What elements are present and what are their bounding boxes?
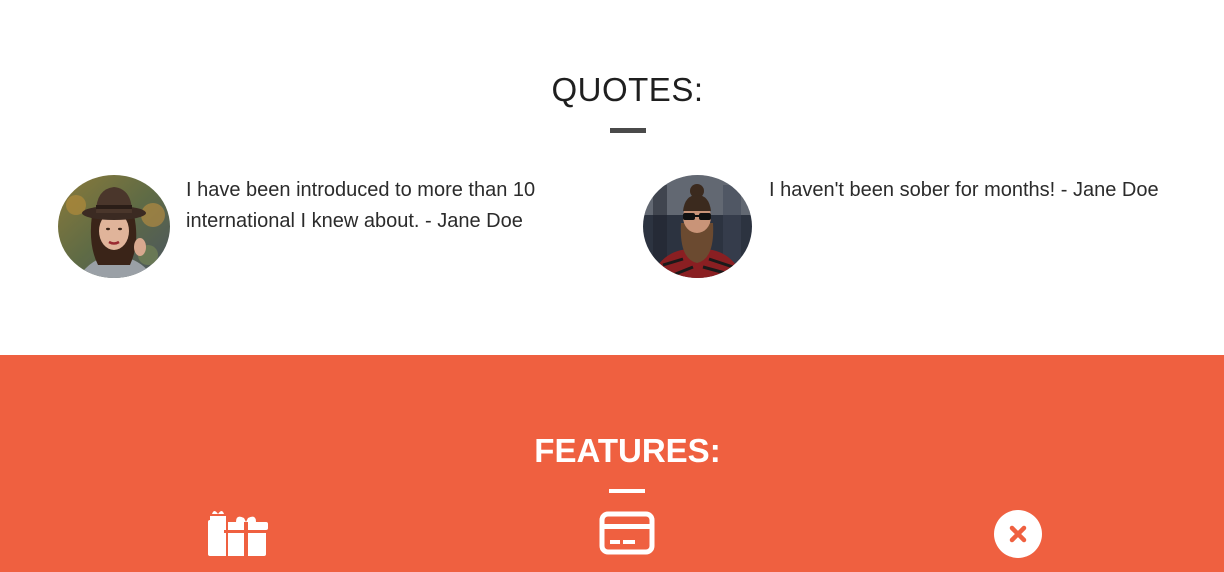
page: QUOTES: I have been introduced to more t… [0,0,1224,572]
quotes-title: QUOTES: [551,71,704,108]
quote-text: I haven't been sober for months! - Jane … [769,179,1159,201]
credit-card-icon [599,511,655,555]
quote-text: I have been introduced to more than 10 i… [186,179,536,232]
features-title: FEATURES: [534,432,721,469]
quotes-title-divider [610,128,646,133]
features-section: FEATURES: [0,355,1224,572]
features-title-divider [609,489,645,493]
woman-in-hat-avatar-image [58,175,170,278]
avatar [643,175,752,278]
avatar [58,175,170,278]
close-circle-icon [994,510,1042,558]
quotes-section: QUOTES: I have been introduced to more t… [0,0,1224,355]
bearded-man-sunglasses-avatar-image [643,175,752,278]
gift-icon [206,508,268,558]
